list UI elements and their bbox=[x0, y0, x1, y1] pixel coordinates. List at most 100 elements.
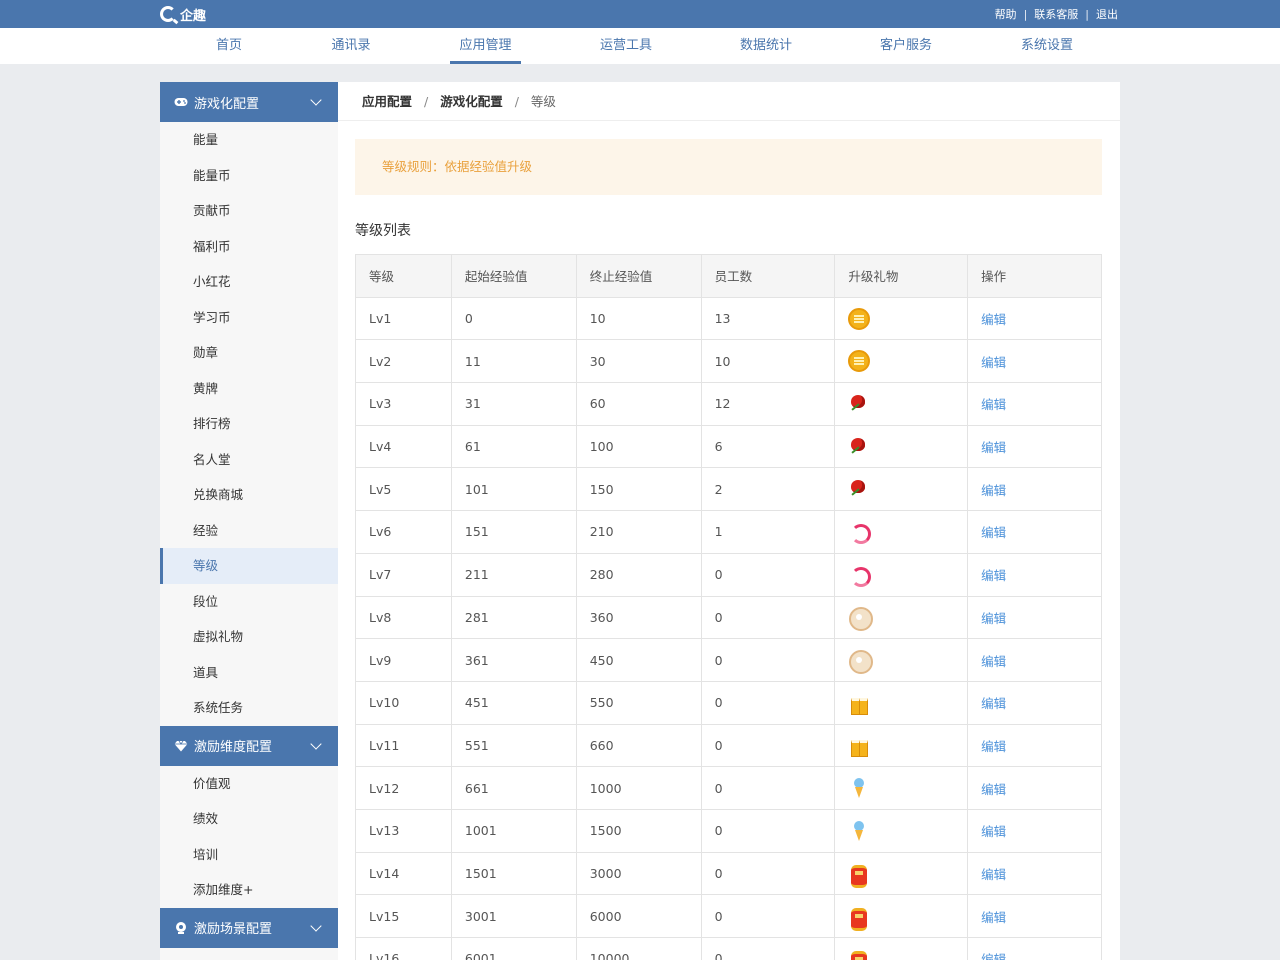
start-exp-cell: 3001 bbox=[450, 894, 577, 938]
edit-link[interactable]: 编辑 bbox=[967, 851, 1102, 896]
level-cell: Lv8 bbox=[355, 595, 452, 640]
breadcrumb-app-config[interactable]: 应用配置 bbox=[362, 94, 412, 109]
sidebar-group-header[interactable]: 激励维度配置 bbox=[160, 725, 338, 766]
sidebar-item[interactable]: 贡献币 bbox=[160, 193, 338, 229]
sidebar-item[interactable]: 系统任务 bbox=[160, 690, 338, 726]
edit-link[interactable]: 编辑 bbox=[967, 552, 1102, 597]
level-cell: Lv14 bbox=[355, 851, 452, 896]
edit-link[interactable]: 编辑 bbox=[967, 510, 1102, 554]
employee-count-cell: 0 bbox=[700, 851, 836, 896]
nav-data-stats[interactable]: 数据统计 bbox=[734, 28, 798, 64]
edit-link[interactable]: 编辑 bbox=[967, 937, 1102, 960]
end-exp-cell: 3000 bbox=[575, 851, 702, 896]
chevron-down-icon bbox=[310, 94, 322, 106]
sidebar-item[interactable]: 排行榜 bbox=[160, 406, 338, 442]
sidebar-item[interactable]: 经验 bbox=[160, 513, 338, 549]
donut-gift-icon bbox=[848, 649, 874, 675]
icecream-gift-icon bbox=[848, 777, 870, 799]
sidebar: 游戏化配置 能量 能量币 贡献币 福利币 小红花 学习币 勋章 黄牌 排行榜 名人堂 兑换商城 经验 等级… bbox=[160, 82, 338, 960]
sidebar-group-header[interactable]: 激励场景配置 bbox=[160, 907, 338, 948]
sidebar-item[interactable]: 虚拟礼物 bbox=[160, 619, 338, 655]
edit-link[interactable]: 编辑 bbox=[967, 424, 1102, 469]
edit-link[interactable]: 编辑 bbox=[967, 638, 1102, 682]
breadcrumb-current: 等级 bbox=[530, 94, 556, 109]
start-exp-cell: 1501 bbox=[450, 851, 577, 896]
start-exp-cell: 31 bbox=[450, 382, 577, 426]
start-exp-cell: 0 bbox=[450, 296, 577, 341]
sidebar-item[interactable]: 学习币 bbox=[160, 300, 338, 336]
edit-link[interactable]: 编辑 bbox=[967, 595, 1102, 640]
logo-text: 企趣 bbox=[180, 8, 207, 24]
upgrade-gift-cell bbox=[834, 766, 969, 810]
breadcrumb-separator: / bbox=[424, 94, 429, 109]
end-exp-cell: 150 bbox=[575, 467, 702, 512]
nav-system-settings[interactable]: 系统设置 bbox=[1015, 28, 1079, 64]
nav-contacts[interactable]: 通讯录 bbox=[325, 28, 377, 64]
edit-link[interactable]: 编辑 bbox=[967, 680, 1102, 725]
edit-link[interactable]: 编辑 bbox=[967, 723, 1102, 768]
edit-link[interactable]: 编辑 bbox=[967, 339, 1102, 384]
start-exp-cell: 61 bbox=[450, 424, 577, 469]
level-cell: Lv16 bbox=[355, 937, 452, 960]
table-row: Lv7 211 280 0 编辑 bbox=[355, 552, 1102, 597]
sidebar-item[interactable]: 福利币 bbox=[160, 229, 338, 265]
edit-link[interactable]: 编辑 bbox=[967, 808, 1102, 853]
end-exp-cell: 550 bbox=[575, 680, 702, 725]
logo[interactable]: 企趣 bbox=[160, 5, 207, 24]
employee-count-cell: 0 bbox=[700, 680, 836, 725]
sidebar-item[interactable]: 等级 bbox=[160, 548, 338, 584]
table-row: Lv8 281 360 0 编辑 bbox=[355, 595, 1102, 640]
help-link[interactable]: 帮助 bbox=[995, 6, 1017, 22]
edit-link[interactable]: 编辑 bbox=[967, 894, 1102, 938]
nav-home[interactable]: 首页 bbox=[206, 28, 252, 64]
start-exp-cell: 661 bbox=[450, 766, 577, 810]
table-row: Lv16 6001 10000 0 编辑 bbox=[355, 937, 1102, 960]
gamepad-icon bbox=[174, 95, 188, 109]
sidebar-item[interactable]: 培训 bbox=[160, 837, 338, 873]
level-cell: Lv10 bbox=[355, 680, 452, 725]
separator: | bbox=[1023, 7, 1028, 21]
edit-link[interactable]: 编辑 bbox=[967, 296, 1102, 341]
end-exp-cell: 660 bbox=[575, 723, 702, 768]
breadcrumb-gamification-config[interactable]: 游戏化配置 bbox=[440, 94, 503, 109]
lantern-gift-icon bbox=[848, 905, 870, 932]
sidebar-item[interactable]: 价值观 bbox=[160, 766, 338, 802]
upgrade-gift-cell bbox=[834, 510, 969, 554]
sidebar-group-title: 激励维度配置 bbox=[194, 740, 273, 755]
sidebar-item[interactable]: 段位 bbox=[160, 584, 338, 620]
col-header-end-exp: 终止经验值 bbox=[575, 254, 702, 298]
section-title: 等级列表 bbox=[355, 223, 411, 239]
sidebar-item[interactable]: 勋章 bbox=[160, 335, 338, 371]
nav-app-management[interactable]: 应用管理 bbox=[450, 28, 521, 64]
sidebar-item[interactable]: 添加维度+ bbox=[160, 872, 338, 908]
sidebar-item[interactable]: 能量币 bbox=[160, 158, 338, 194]
logout-link[interactable]: 退出 bbox=[1096, 6, 1118, 22]
table-row: Lv15 3001 6000 0 编辑 bbox=[355, 894, 1102, 938]
sidebar-item[interactable]: 小红花 bbox=[160, 264, 338, 300]
edit-link[interactable]: 编辑 bbox=[967, 467, 1102, 512]
nav-customer-service[interactable]: 客户服务 bbox=[874, 28, 938, 64]
level-cell: Lv1 bbox=[355, 296, 452, 341]
level-cell: Lv2 bbox=[355, 339, 452, 384]
sidebar-item[interactable]: 名人堂 bbox=[160, 442, 338, 478]
level-cell: Lv5 bbox=[355, 467, 452, 512]
nav-ops-tools[interactable]: 运营工具 bbox=[594, 28, 658, 64]
edit-link[interactable]: 编辑 bbox=[967, 382, 1102, 426]
employee-count-cell: 13 bbox=[700, 296, 836, 341]
sidebar-item[interactable]: 道具 bbox=[160, 655, 338, 691]
sidebar-item[interactable]: 兑换商城 bbox=[160, 477, 338, 513]
sidebar-item[interactable]: 能量 bbox=[160, 122, 338, 158]
start-exp-cell: 101 bbox=[450, 467, 577, 512]
upgrade-gift-cell bbox=[834, 339, 969, 384]
chevron-down-icon bbox=[310, 919, 322, 932]
employee-count-cell: 0 bbox=[700, 552, 836, 597]
upgrade-gift-cell bbox=[834, 723, 969, 768]
contact-support-link[interactable]: 联系客服 bbox=[1034, 6, 1078, 22]
sidebar-item[interactable]: 绩效 bbox=[160, 801, 338, 837]
sidebar-item[interactable]: 黄牌 bbox=[160, 371, 338, 407]
employee-count-cell: 12 bbox=[700, 382, 836, 426]
level-cell: Lv11 bbox=[355, 723, 452, 768]
edit-link[interactable]: 编辑 bbox=[967, 766, 1102, 810]
sidebar-group-header[interactable]: 游戏化配置 bbox=[160, 82, 338, 122]
employee-count-cell: 0 bbox=[700, 638, 836, 682]
